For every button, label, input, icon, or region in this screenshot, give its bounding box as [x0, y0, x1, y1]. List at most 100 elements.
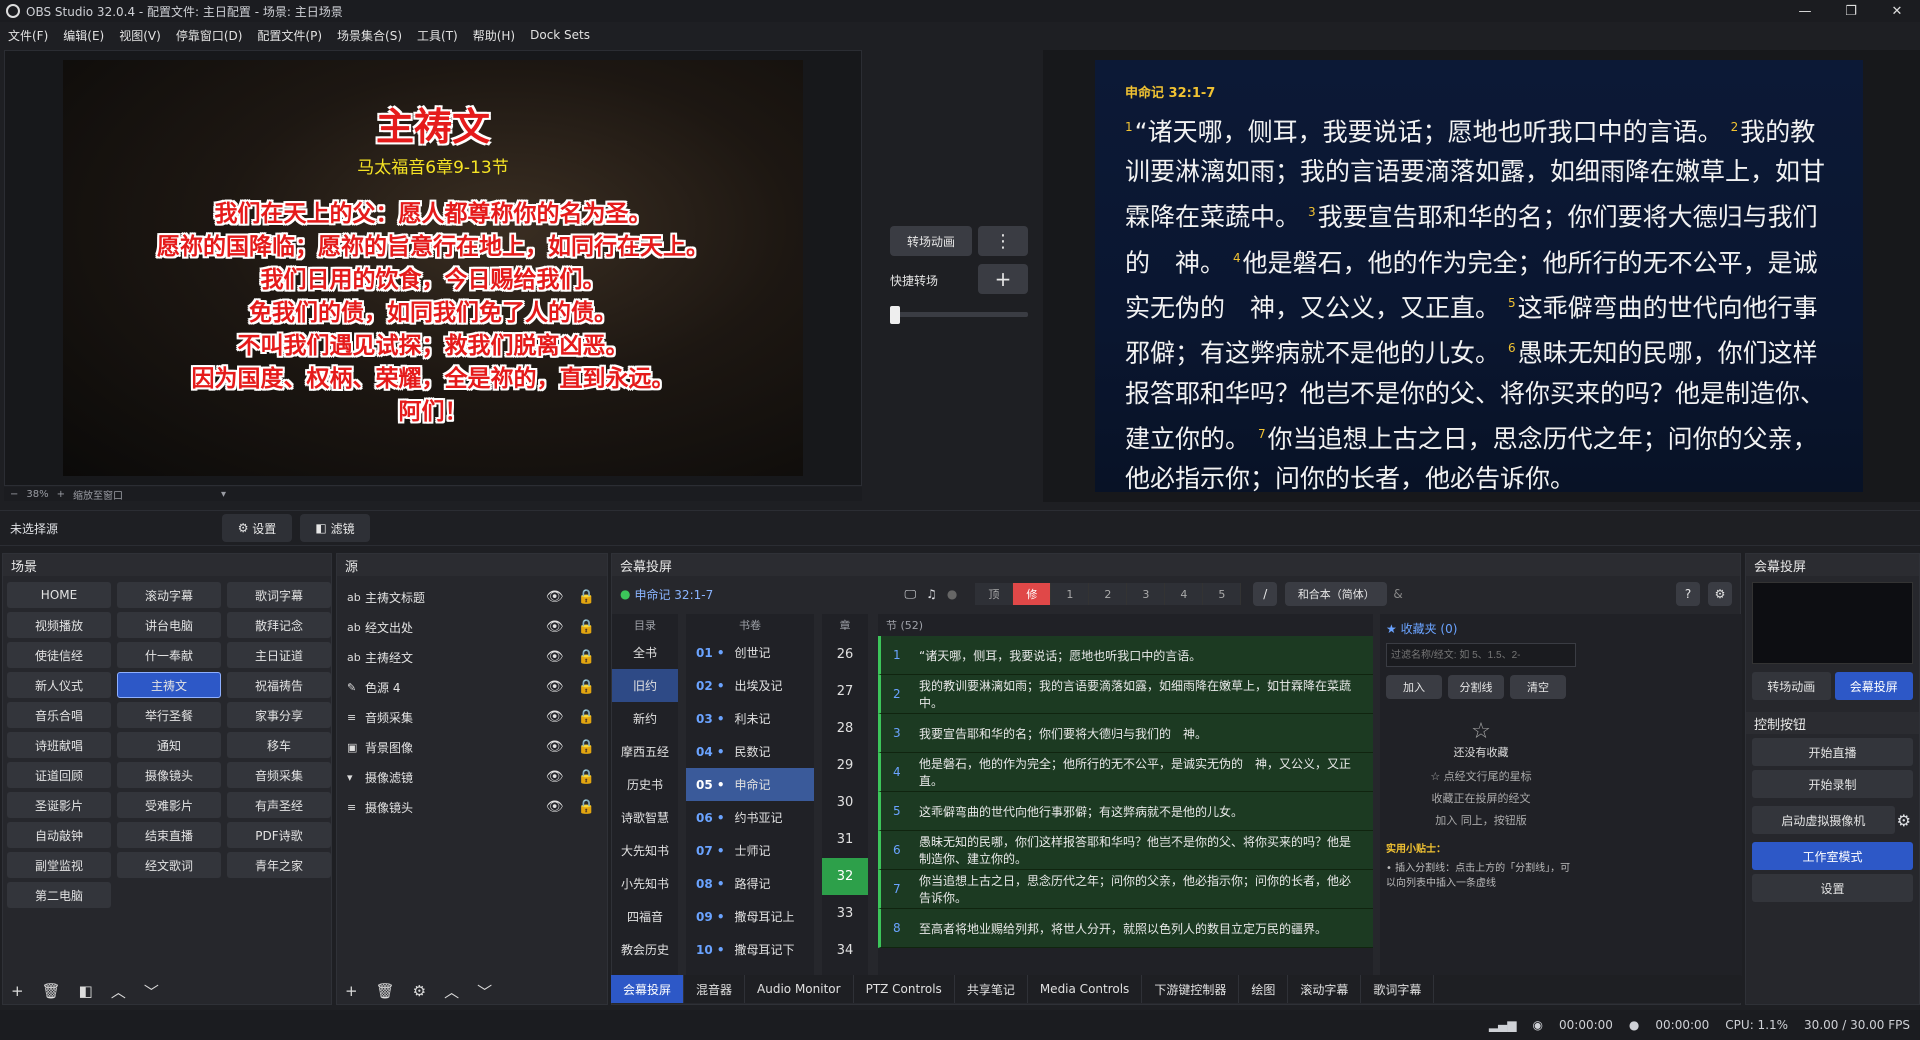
scene-button[interactable]: 青年之家 — [227, 852, 331, 878]
source-row[interactable]: ab 经文出处 👁 🔒 — [337, 612, 607, 642]
maximize-button[interactable]: ❐ — [1828, 4, 1874, 19]
fav-split-button[interactable]: 分割线 — [1448, 675, 1504, 699]
eye-icon[interactable]: 👁 — [546, 739, 564, 755]
arrow-down-icon[interactable]: ﹀ — [144, 981, 159, 1002]
add-quick-transition-button[interactable]: + — [978, 264, 1028, 294]
category-item[interactable]: 新约 — [612, 702, 678, 735]
eye-icon[interactable]: 👁 — [546, 619, 564, 635]
eye-icon[interactable]: 👁 — [546, 649, 564, 665]
transition-tab[interactable]: 转场动画 — [1752, 672, 1831, 700]
scene-button[interactable]: 家事分享 — [227, 702, 331, 728]
book-item[interactable]: 10 • 撒母耳记下 — [686, 933, 814, 966]
start-record-button[interactable]: 开始录制 — [1752, 770, 1913, 798]
menu-dock-sets[interactable]: Dock Sets — [530, 28, 590, 42]
eye-icon[interactable]: 👁 — [546, 799, 564, 815]
menu-file[interactable]: 文件(F) — [8, 27, 48, 44]
add-icon[interactable]: + — [11, 982, 24, 1000]
transition-button[interactable]: 转场动画 — [890, 226, 972, 256]
lock-icon[interactable]: 🔒 — [578, 619, 595, 635]
bible-tab[interactable]: 2 — [1089, 583, 1128, 605]
menu-docks[interactable]: 停靠窗口(D) — [176, 27, 243, 44]
eye-icon[interactable]: 👁 — [546, 679, 564, 695]
ampersand-toggle[interactable]: & — [1393, 587, 1402, 601]
book-item[interactable]: 08 • 路得记 — [686, 867, 814, 900]
music-icon[interactable]: ♫ — [926, 587, 937, 601]
source-row[interactable]: ✎ 色源 4 👁 🔒 — [337, 672, 607, 702]
book-item[interactable]: 06 • 约书亚记 — [686, 801, 814, 834]
chapter-item[interactable]: 31 — [822, 821, 868, 858]
bible-tab[interactable]: 4 — [1165, 583, 1204, 605]
dock-tab[interactable]: PTZ Controls — [854, 975, 955, 1003]
lock-icon[interactable]: 🔒 — [578, 799, 595, 815]
category-item[interactable]: 摩西五经 — [612, 735, 678, 768]
help-button[interactable]: ? — [1676, 582, 1700, 606]
favorites-filter-input[interactable] — [1386, 643, 1576, 667]
scene-button[interactable]: 副堂监视 — [7, 852, 111, 878]
verse-row[interactable]: 3 我要宣告耶和华的名；你们要将大德归与我们的 神。 — [878, 714, 1373, 753]
zoom-in-button[interactable]: + — [57, 489, 65, 500]
verse-row[interactable]: 4 他是磐石，他的作为完全；他所行的无不公平，是诚实无伪的 神，又公义，又正直。 — [878, 753, 1373, 792]
scene-button[interactable]: 使徒信经 — [7, 642, 111, 668]
settings-button[interactable]: 设置 — [1752, 874, 1913, 902]
dock-tab[interactable]: 歌词字幕 — [1361, 975, 1435, 1003]
arrow-up-icon[interactable]: ︿ — [111, 981, 126, 1002]
book-item[interactable]: 09 • 撒母耳记上 — [686, 900, 814, 933]
scene-button[interactable]: 摄像镜头 — [117, 762, 221, 788]
scene-button[interactable]: PDF诗歌 — [227, 822, 331, 848]
bible-tab[interactable]: 1 — [1051, 583, 1090, 605]
lock-icon[interactable]: 🔒 — [578, 769, 595, 785]
dock-tab[interactable]: 混音器 — [684, 975, 746, 1003]
verse-row[interactable]: 6 愚昧无知的民哪，你们这样报答耶和华吗？他岂不是你的父、将你买来的吗？他是制造你… — [878, 831, 1373, 870]
category-item[interactable]: 小先知书 — [612, 867, 678, 900]
dock-tab[interactable]: Audio Monitor — [745, 975, 854, 1003]
category-item[interactable]: 全书 — [612, 636, 678, 669]
gear-icon[interactable]: ⚙ — [1897, 811, 1911, 830]
slider-handle[interactable] — [890, 306, 900, 324]
verse-row[interactable]: 5 这乖僻弯曲的世代向他行事邪僻；有这弊病就不是他的儿女。 — [878, 792, 1373, 831]
slash-button[interactable]: / — [1253, 582, 1278, 606]
dock-tab[interactable]: 绘图 — [1239, 975, 1289, 1003]
scene-button[interactable]: 有声圣经 — [227, 792, 331, 818]
chevron-down-icon[interactable]: ▾ — [221, 489, 226, 500]
category-item[interactable]: 旧约 — [612, 669, 678, 702]
verse-row[interactable]: 1 “诸天哪，侧耳，我要说话；愿地也听我口中的言语。 — [878, 636, 1373, 675]
scene-button[interactable]: 第二电脑 — [7, 882, 111, 908]
scene-button[interactable]: 通知 — [117, 732, 221, 758]
monitor-icon[interactable]: 🖵 — [904, 587, 916, 602]
menu-help[interactable]: 帮助(H) — [473, 27, 515, 44]
book-item[interactable]: 02 • 出埃及记 — [686, 669, 814, 702]
category-item[interactable]: 诗歌智慧 — [612, 801, 678, 834]
lock-icon[interactable]: 🔒 — [578, 679, 595, 695]
trash-icon[interactable]: 🗑 — [42, 982, 61, 1000]
scene-button[interactable]: 主日证道 — [227, 642, 331, 668]
book-item[interactable]: 04 • 民数记 — [686, 735, 814, 768]
dock-tab[interactable]: 下游键控制器 — [1142, 975, 1240, 1003]
source-row[interactable]: ≡ 摄像镜头 👁 🔒 — [337, 792, 607, 822]
eye-icon[interactable]: 👁 — [546, 769, 564, 785]
scene-button[interactable]: 移车 — [227, 732, 331, 758]
trash-icon[interactable]: 🗑 — [376, 982, 395, 1000]
scene-button[interactable]: 结束直播 — [117, 822, 221, 848]
scene-button[interactable]: 视频播放 — [7, 612, 111, 638]
source-row[interactable]: ▣ 背景图像 👁 🔒 — [337, 732, 607, 762]
chapter-item[interactable]: 26 — [822, 636, 868, 673]
fav-add-button[interactable]: 加入 — [1386, 675, 1442, 699]
chapter-item[interactable]: 32 — [822, 858, 868, 895]
eye-icon[interactable]: 👁 — [546, 589, 564, 605]
chapter-item[interactable]: 29 — [822, 747, 868, 784]
source-row[interactable]: ▾ 摄像滤镜 👁 🔒 — [337, 762, 607, 792]
eye-icon[interactable]: 👁 — [546, 709, 564, 725]
transition-more-button[interactable]: ⋮ — [978, 226, 1028, 256]
book-item[interactable]: 03 • 利未记 — [686, 702, 814, 735]
menu-view[interactable]: 视图(V) — [119, 27, 161, 44]
lock-icon[interactable]: 🔒 — [578, 709, 595, 725]
screen-tab[interactable]: 会幕投屏 — [1834, 672, 1913, 700]
gear-icon[interactable]: ⚙ — [1708, 582, 1732, 606]
scene-button[interactable]: 圣诞影片 — [7, 792, 111, 818]
start-stream-button[interactable]: 开始直播 — [1752, 738, 1913, 766]
verse-row[interactable]: 7 你当追想上古之日，思念历代之年；问你的父亲，他必指示你；问你的长者，他必告诉你… — [878, 870, 1373, 909]
source-row[interactable]: ≡ 音频采集 👁 🔒 — [337, 702, 607, 732]
source-row[interactable]: ab 主祷文标题 👁 🔒 — [337, 582, 607, 612]
scene-button[interactable]: 音频采集 — [227, 762, 331, 788]
filter-icon[interactable]: ◧ — [79, 982, 93, 1000]
